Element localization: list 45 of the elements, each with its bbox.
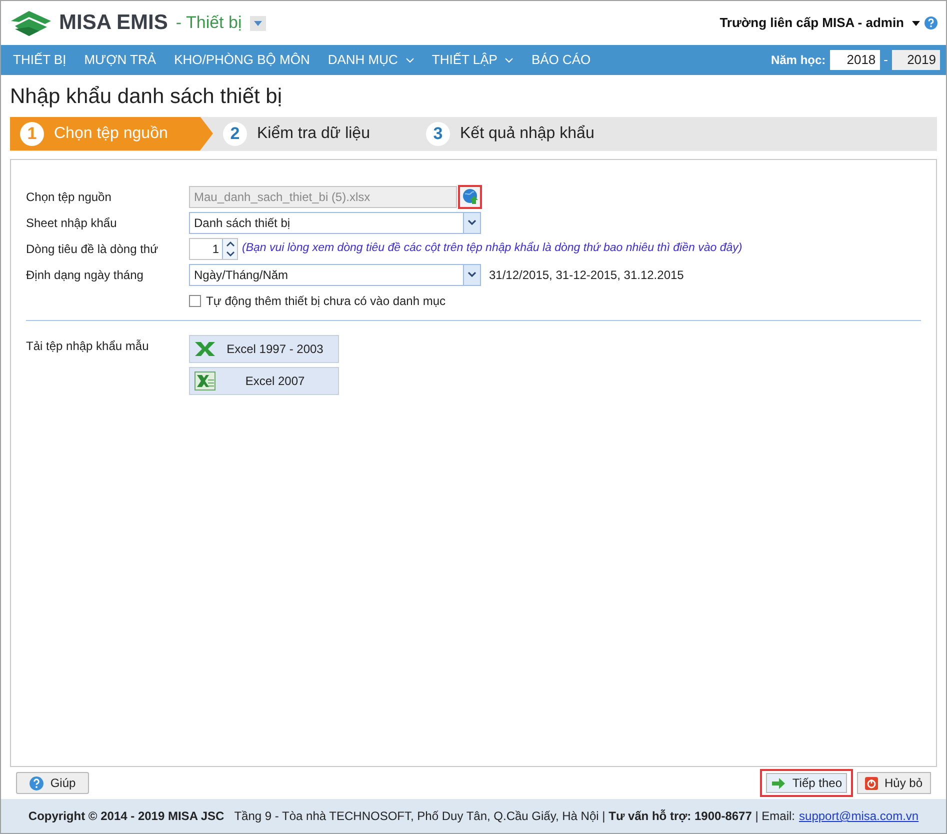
help-icon [29, 776, 44, 790]
dropdown-button[interactable] [463, 264, 480, 284]
user-name[interactable]: Trường liên cấp MISA - admin [720, 13, 904, 33]
year-from-field[interactable]: 2018 [830, 50, 880, 70]
spreadsheet-icon [194, 340, 216, 356]
power-icon [865, 776, 878, 790]
page-title: Nhập khẩu danh sách thiết bị [9, 84, 284, 110]
email-link[interactable]: support@misa.com.vn [799, 807, 919, 825]
spreadsheet-icon [194, 370, 216, 390]
date-examples: 31/12/2015, 31-12-2015, 31.12.2015 [489, 266, 684, 284]
template-download-button[interactable]: Excel 2007 [189, 366, 339, 394]
checkbox[interactable] [189, 294, 201, 306]
caret-icon [912, 20, 920, 26]
module-dropdown[interactable] [250, 16, 266, 30]
copyright-text: Copyright © 2014 - 2019 MISA JSC [28, 808, 224, 825]
dropdown-button[interactable] [463, 212, 480, 232]
template-download-button[interactable]: Excel 1997 - 2003 [189, 334, 339, 362]
chevron-icon [468, 272, 476, 277]
upload-button[interactable] [458, 184, 482, 208]
help-button[interactable]: Giúp [16, 772, 89, 794]
chevron-icon [468, 220, 476, 225]
sheet-select[interactable]: Danh sách thiết bị [189, 212, 481, 234]
next-button[interactable]: Tiếp theo [760, 769, 853, 797]
checkbox-label: Tự động thêm thiết bị chưa có vào danh mục [206, 292, 446, 310]
cancel-button[interactable]: Hủy bỏ [857, 772, 931, 794]
year-to-field[interactable]: 2019 [892, 50, 940, 70]
address-text: Tầng 9 - Tòa nhà TECHNOSOFT, Phố Duy Tân, Q.Cầu Giấy, Hà Nội | Tư vấn hỗ trợ: 1900-8677 | Email: [234, 808, 796, 825]
hint-text: (Bạn vui lòng xem dòng tiêu đề các cột trên tệp nhập khẩu là dòng thứ bao nhiêu thì điền vào đây) [242, 240, 742, 256]
number-spinner[interactable]: 1 [189, 238, 238, 260]
caret-icon [254, 20, 262, 26]
brand-name: MISA EMIS [59, 10, 168, 36]
year-separator: - [884, 51, 888, 70]
field-label: Dòng tiêu đề là dòng thứ [26, 240, 160, 258]
chevron-icon [406, 58, 414, 62]
module-name: - Thiết bị [176, 12, 242, 34]
field-label: Tải tệp nhập khẩu mẫu [26, 338, 150, 354]
globe-upload-icon [462, 188, 478, 205]
arrow-right-icon [771, 776, 786, 790]
chevron-icon [505, 58, 514, 62]
help-icon[interactable] [924, 16, 938, 30]
year-label: Năm học: [770, 52, 826, 69]
field-label: Định dạng ngày tháng [26, 266, 144, 284]
field-label: Sheet nhập khẩu [26, 214, 118, 232]
date-format-select[interactable]: Ngày/Tháng/Năm [189, 264, 481, 286]
field-label: Chọn tệp nguồn [26, 188, 112, 206]
